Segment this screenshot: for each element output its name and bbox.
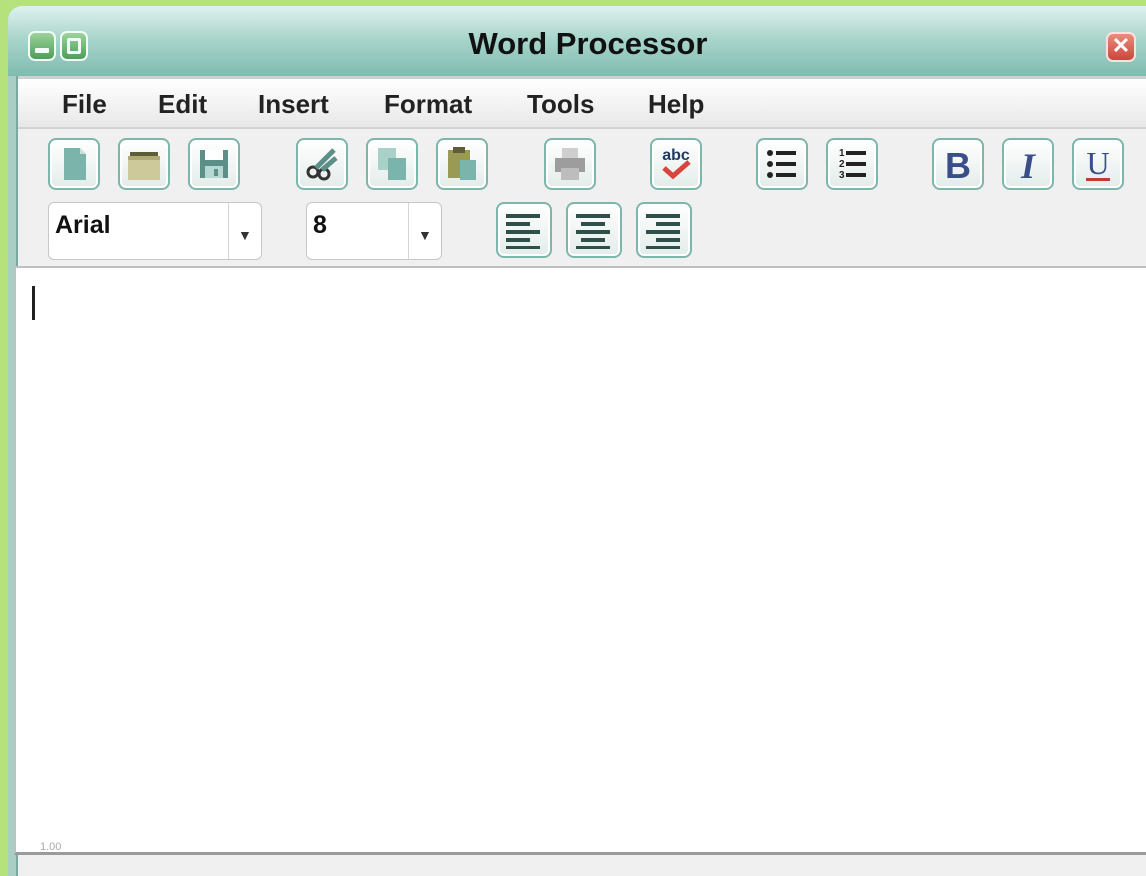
- bold-label: B: [945, 145, 971, 184]
- numbered-list-button[interactable]: 1 2 3: [826, 138, 878, 190]
- clipboard-icon: [448, 147, 476, 180]
- new-document-button[interactable]: [48, 138, 100, 190]
- copy-button[interactable]: [366, 138, 418, 190]
- font-family-select[interactable]: Arial ▼: [48, 202, 262, 260]
- menu-file[interactable]: File: [62, 89, 107, 120]
- save-button[interactable]: [188, 138, 240, 190]
- align-center-icon: [576, 214, 610, 249]
- bullet-list-icon: [767, 150, 796, 178]
- list-number: 1: [839, 148, 845, 159]
- new-document-icon: [64, 148, 86, 180]
- paste-button[interactable]: [436, 138, 488, 190]
- italic-label: I: [1020, 146, 1037, 184]
- menu-help[interactable]: Help: [648, 89, 704, 120]
- chevron-down-icon: ▼: [238, 227, 252, 243]
- bold-button[interactable]: B: [932, 138, 984, 190]
- font-size-value: 8: [313, 211, 327, 239]
- bulleted-list-button[interactable]: [756, 138, 808, 190]
- cut-button[interactable]: [296, 138, 348, 190]
- window-title: Word Processor: [468, 26, 708, 61]
- align-right-icon: [646, 214, 680, 249]
- folder-icon: [128, 152, 160, 180]
- align-right-button[interactable]: [636, 202, 692, 258]
- title-bar[interactable]: Word Processor ✕: [8, 6, 1146, 76]
- italic-icon: I: [1020, 146, 1037, 184]
- spell-check-button[interactable]: abc: [650, 138, 702, 190]
- text-cursor: [32, 286, 35, 320]
- list-number: 2: [839, 159, 845, 170]
- align-left-button[interactable]: [496, 202, 552, 258]
- underline-button[interactable]: U: [1072, 138, 1124, 190]
- menu-edit[interactable]: Edit: [158, 89, 207, 120]
- numbered-list-icon: 1 2 3: [839, 148, 866, 181]
- menu-bar: File Edit Insert Format Tools Help: [18, 76, 1146, 129]
- document-editor[interactable]: 1.00: [14, 266, 1146, 855]
- italic-button[interactable]: I: [1002, 138, 1054, 190]
- copy-icon: [378, 148, 406, 180]
- floppy-disk-icon: [200, 150, 228, 178]
- align-left-icon: [506, 214, 540, 249]
- list-number: 3: [839, 170, 845, 181]
- close-button[interactable]: ✕: [1106, 32, 1136, 62]
- printer-icon: [555, 148, 585, 180]
- underline-icon: U: [1086, 145, 1110, 181]
- scissors-icon: [306, 148, 338, 181]
- menu-tools[interactable]: Tools: [527, 89, 594, 120]
- font-family-dropdown-button[interactable]: ▼: [228, 203, 261, 259]
- bold-icon: B: [945, 145, 971, 184]
- zoom-level: 1.00: [40, 841, 62, 853]
- open-folder-button[interactable]: [118, 138, 170, 190]
- print-button[interactable]: [544, 138, 596, 190]
- font-size-dropdown-button[interactable]: ▼: [408, 203, 441, 259]
- spellcheck-label: abc: [662, 147, 690, 164]
- font-size-select[interactable]: 8 ▼: [306, 202, 442, 260]
- font-family-value: Arial: [55, 211, 111, 239]
- close-icon: ✕: [1111, 33, 1131, 58]
- align-center-button[interactable]: [566, 202, 622, 258]
- menu-insert[interactable]: Insert: [258, 89, 329, 120]
- underline-label: U: [1086, 145, 1109, 181]
- chevron-down-icon: ▼: [418, 227, 432, 243]
- menu-format[interactable]: Format: [384, 89, 472, 120]
- spellcheck-icon: abc: [662, 147, 691, 180]
